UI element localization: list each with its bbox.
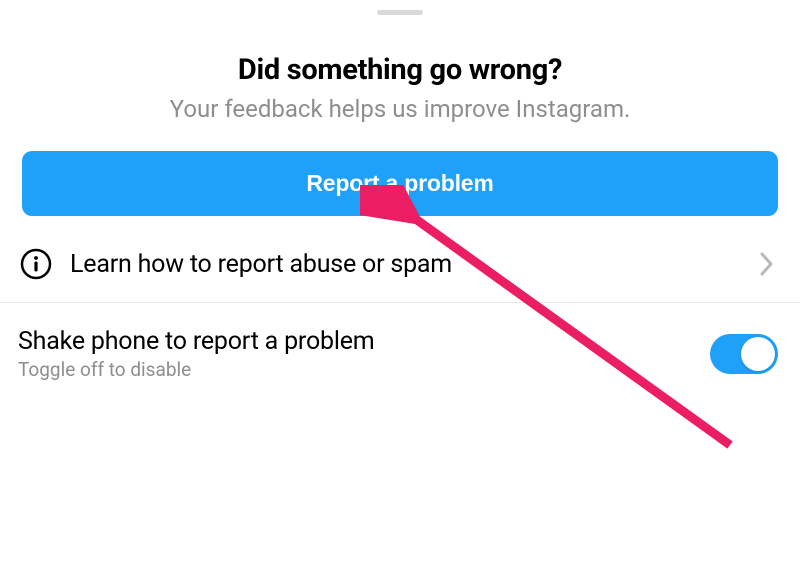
info-icon [20, 248, 52, 280]
learn-abuse-label: Learn how to report abuse or spam [70, 250, 758, 279]
page-title: Did something go wrong? [24, 53, 776, 87]
header-section: Did something go wrong? Your feedback he… [0, 15, 800, 133]
switch-knob [741, 337, 775, 371]
shake-toggle-switch[interactable] [710, 334, 778, 374]
shake-toggle-section: Shake phone to report a problem Toggle o… [0, 303, 800, 405]
button-container: Report a problem [0, 133, 800, 226]
learn-abuse-row[interactable]: Learn how to report abuse or spam [0, 226, 800, 302]
shake-title: Shake phone to report a problem [18, 327, 710, 356]
chevron-right-icon [758, 250, 776, 278]
shake-text-wrap: Shake phone to report a problem Toggle o… [18, 327, 710, 381]
shake-subtitle: Toggle off to disable [18, 358, 710, 381]
report-problem-button[interactable]: Report a problem [22, 151, 778, 216]
page-subtitle: Your feedback helps us improve Instagram… [24, 95, 776, 123]
